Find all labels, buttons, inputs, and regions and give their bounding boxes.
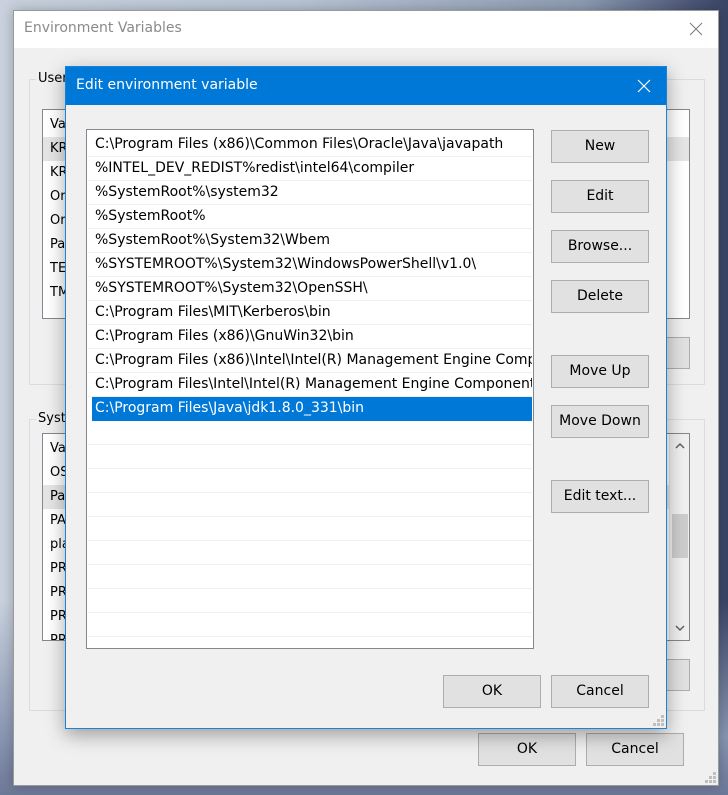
outer-cancel-button[interactable]: Cancel	[586, 733, 684, 766]
path-entry[interactable]: %SYSTEMROOT%\System32\OpenSSH\	[88, 277, 532, 301]
path-entries-list[interactable]: C:\Program Files (x86)\Common Files\Orac…	[86, 129, 534, 649]
outer-ok-button[interactable]: OK	[478, 733, 576, 766]
resize-grip-icon[interactable]	[704, 771, 716, 783]
path-entry[interactable]: %SystemRoot%\System32\Wbem	[88, 229, 532, 253]
inner-title-bar[interactable]: Edit environment variable	[66, 67, 666, 105]
path-entry-selected[interactable]: C:\Program Files\Java\jdk1.8.0_331\bin	[92, 397, 532, 421]
close-icon	[689, 22, 703, 36]
path-entry[interactable]: C:\Program Files\MIT\Kerberos\bin	[88, 301, 532, 325]
path-entry-empty[interactable]	[88, 469, 532, 493]
inner-ok-button[interactable]: OK	[443, 675, 541, 708]
outer-dialog-title: Environment Variables	[24, 20, 182, 36]
path-entry-empty[interactable]	[88, 565, 532, 589]
move-down-button[interactable]: Move Down	[551, 405, 649, 438]
inner-cancel-button[interactable]: Cancel	[551, 675, 649, 708]
inner-dialog-title: Edit environment variable	[76, 77, 258, 93]
path-entry[interactable]: %SystemRoot%	[88, 205, 532, 229]
scrollbar-thumb[interactable]	[672, 514, 688, 558]
path-entry[interactable]: %SystemRoot%\system32	[88, 181, 532, 205]
resize-grip-icon[interactable]	[652, 714, 664, 726]
path-entry[interactable]: %SYSTEMROOT%\System32\WindowsPowerShell\…	[88, 253, 532, 277]
browse-button[interactable]: Browse...	[551, 230, 649, 263]
path-entry[interactable]: C:\Program Files\Intel\Intel(R) Manageme…	[88, 373, 532, 397]
path-entry-empty[interactable]	[88, 445, 532, 469]
inner-close-button[interactable]	[630, 73, 658, 99]
path-entry[interactable]: %INTEL_DEV_REDIST%redist\intel64\compile…	[88, 157, 532, 181]
outer-close-button[interactable]	[682, 17, 710, 41]
path-entry[interactable]: C:\Program Files (x86)\Intel\Intel(R) Ma…	[88, 349, 532, 373]
path-entry-empty[interactable]	[88, 421, 532, 445]
path-entry[interactable]: C:\Program Files (x86)\GnuWin32\bin	[88, 325, 532, 349]
system-list-scrollbar[interactable]	[669, 434, 689, 640]
path-entry-empty[interactable]	[88, 493, 532, 517]
scroll-down-icon[interactable]	[670, 618, 690, 638]
path-entry-empty[interactable]	[88, 589, 532, 613]
move-up-button[interactable]: Move Up	[551, 355, 649, 388]
edit-button[interactable]: Edit	[551, 180, 649, 213]
edit-environment-variable-dialog: Edit environment variable C:\Program Fil…	[65, 66, 667, 729]
path-entry-empty[interactable]	[88, 613, 532, 637]
close-icon	[637, 79, 651, 93]
outer-title-bar[interactable]: Environment Variables	[14, 11, 718, 48]
new-button[interactable]: New	[551, 130, 649, 163]
delete-button[interactable]: Delete	[551, 280, 649, 313]
scroll-up-icon[interactable]	[670, 436, 690, 456]
edit-text-button[interactable]: Edit text...	[551, 480, 649, 513]
path-entry-empty[interactable]	[88, 541, 532, 565]
path-entry[interactable]: C:\Program Files (x86)\Common Files\Orac…	[88, 133, 532, 157]
path-entry-empty[interactable]	[88, 517, 532, 541]
